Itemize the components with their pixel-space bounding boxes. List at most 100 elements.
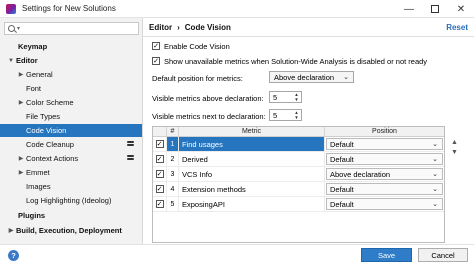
header-check-column [153,127,167,136]
reset-link[interactable]: Reset [446,23,468,32]
sidebar-item-editor[interactable]: ▼ Editor [0,54,142,67]
row-number: 4 [167,182,179,196]
dialog-footer: ? Save Cancel [0,244,474,266]
visible-next-spinner[interactable]: 5 ▲ ▼ [269,109,302,121]
sidebar-item-images[interactable]: Images [0,180,142,193]
row-number: 2 [167,152,179,166]
minimize-button[interactable]: — [396,0,422,18]
chevron-down-icon: ⌄ [432,186,438,193]
sidebar-item-general[interactable]: ▶ General [0,68,142,81]
row-position-value: Default [330,184,354,194]
sidebar-item-font[interactable]: Font [0,82,142,95]
table-row[interactable]: ✓ 1 Find usages Default ⌄ [153,137,444,152]
row-position-select[interactable]: Default ⌄ [326,198,443,210]
sidebar-item-code-vision[interactable]: Code Vision [0,124,142,137]
sidebar-item-emmet[interactable]: ▶ Emmet [0,166,142,179]
show-unavailable-metrics-checkbox[interactable]: ✓ [152,57,160,65]
sidebar-item-label: Code Vision [26,126,67,135]
chevron-down-icon: ⌄ [432,201,438,208]
row-metric[interactable]: VCS Info [179,167,325,181]
sidebar-item-plugins[interactable]: Plugins [0,209,142,222]
sidebar-item-log-highlighting[interactable]: Log Highlighting (Ideolog) [0,194,142,207]
sidebar-item-color-scheme[interactable]: ▶ Color Scheme [0,96,142,109]
row-checkbox[interactable]: ✓ [155,155,164,163]
row-checkbox[interactable]: ✓ [155,140,164,148]
chevron-right-icon[interactable]: ▶ [18,169,24,176]
sidebar-item-label: Color Scheme [26,98,74,107]
visible-above-label: Visible metrics above declaration: [152,94,264,103]
breadcrumb: Editor › Code Vision [149,23,231,32]
spinner-arrows-icon[interactable]: ▲ ▼ [293,110,300,120]
enable-code-vision-checkbox[interactable]: ✓ [152,42,160,50]
table-row[interactable]: ✓ 3 VCS Info Above declaration ⌄ [153,167,444,182]
row-number: 5 [167,197,179,211]
cancel-button[interactable]: Cancel [418,248,468,262]
enable-code-vision-label: Enable Code Vision [164,42,230,51]
table-row[interactable]: ✓ 4 Extension methods Default ⌄ [153,182,444,197]
visible-next-label: Visible metrics next to declaration: [152,112,266,121]
sidebar-item-label: Editor [16,56,38,65]
row-position-select[interactable]: Default ⌄ [326,183,443,195]
header-metric[interactable]: Metric [179,127,325,136]
app-logo-icon [6,3,16,14]
row-metric[interactable]: ExposingAPI [179,197,325,211]
header-position[interactable]: Position [325,127,444,136]
breadcrumb-separator: › [177,23,180,32]
row-checkbox[interactable]: ✓ [155,170,164,178]
sidebar-item-label: Keymap [18,42,48,51]
sidebar-item-keymap[interactable]: Keymap [0,40,142,53]
row-checkbox[interactable]: ✓ [155,185,164,193]
save-button[interactable]: Save [361,248,412,262]
sidebar-item-label: Context Actions [26,154,79,163]
chevron-right-icon[interactable]: ▶ [18,99,24,106]
sidebar-item-code-cleanup[interactable]: Code Cleanup [0,138,142,151]
row-position-select[interactable]: Default ⌄ [326,153,443,165]
maximize-icon [431,5,439,13]
spinner-arrows-icon[interactable]: ▲ ▼ [293,92,300,102]
settings-search-input[interactable]: ▾ [4,22,139,35]
chevron-right-icon[interactable]: ▶ [18,155,24,162]
close-button[interactable]: ✕ [448,0,474,18]
move-up-icon[interactable]: ▲ [451,139,458,146]
row-position-value: Default [330,154,354,164]
sidebar-item-context-actions[interactable]: ▶ Context Actions [0,152,142,165]
sidebar-item-file-types[interactable]: File Types [0,110,142,123]
move-down-icon[interactable]: ▼ [451,149,458,156]
breadcrumb-code-vision: Code Vision [184,23,231,32]
chevron-down-icon[interactable]: ▼ [8,58,14,64]
code-vision-panel: Editor › Code Vision Reset ✓ Enable Code… [143,18,474,244]
table-row[interactable]: ✓ 5 ExposingAPI Default ⌄ [153,197,444,212]
help-icon[interactable]: ? [8,250,19,261]
sidebar-item-label: Log Highlighting (Ideolog) [26,196,112,205]
visible-above-spinner[interactable]: 5 ▲ ▼ [269,91,302,103]
maximize-button[interactable] [422,0,448,18]
row-number: 3 [167,167,179,181]
sidebar-item-label: Images [26,182,51,191]
row-metric[interactable]: Extension methods [179,182,325,196]
row-metric[interactable]: Derived [179,152,325,166]
sidebar-item-label: Font [26,84,42,93]
search-options-chevron-icon[interactable]: ▾ [17,25,20,32]
chevron-down-icon: ⌄ [432,171,438,178]
chevron-right-icon[interactable]: ▶ [8,227,14,234]
row-checkbox[interactable]: ✓ [155,200,164,208]
settings-sidebar: ▾ Keymap ▼ Editor ▶ General Font ▶ Color… [0,18,143,244]
search-icon [8,25,15,32]
default-position-select[interactable]: Above declaration ⌄ [269,71,354,83]
row-metric[interactable]: Find usages [179,137,325,151]
chevron-down-icon: ⌄ [432,156,438,163]
row-position-select[interactable]: Default ⌄ [326,138,443,150]
table-row[interactable]: ✓ 2 Derived Default ⌄ [153,152,444,167]
row-position-select[interactable]: Above declaration ⌄ [326,168,443,180]
sidebar-item-build-execution-deployment[interactable]: ▶ Build, Execution, Deployment [0,224,142,237]
header-number: # [167,127,179,136]
row-position-value: Above declaration [330,169,391,179]
window-title: Settings for New Solutions [22,4,116,13]
sidebar-item-label: File Types [26,112,61,121]
chevron-right-icon[interactable]: ▶ [18,71,24,78]
breadcrumb-editor[interactable]: Editor [149,23,172,32]
chevron-down-icon: ⌄ [432,141,438,148]
sidebar-item-label: General [26,70,53,79]
row-position-value: Default [330,139,354,149]
title-bar: Settings for New Solutions — ✕ [0,0,474,18]
